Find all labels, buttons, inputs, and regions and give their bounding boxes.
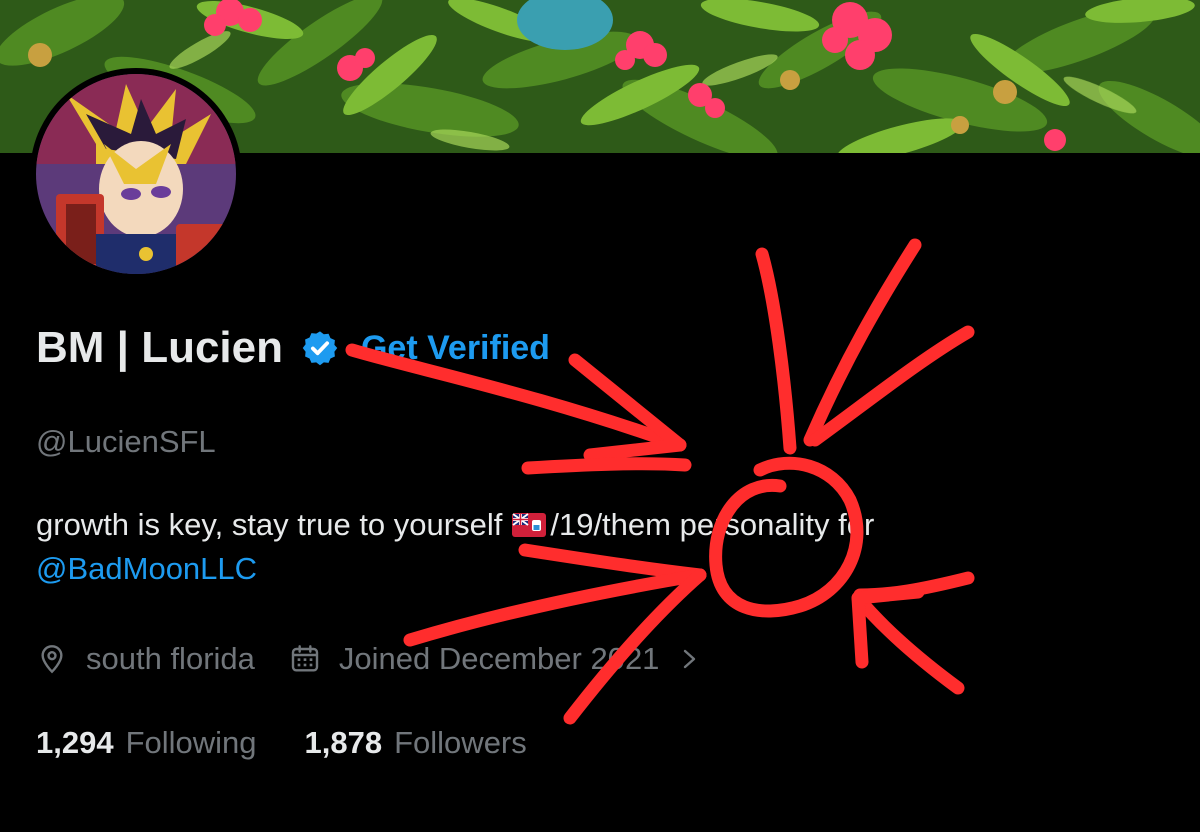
followers-link[interactable]: 1,878 Followers	[305, 725, 527, 761]
following-link[interactable]: 1,294 Following	[36, 725, 257, 761]
following-count: 1,294	[36, 725, 114, 760]
profile-page: BM | Lucien Get Verified @LucienSFL grow…	[0, 0, 1200, 832]
bio-mention-link[interactable]: @BadMoonLLC	[36, 551, 257, 586]
get-verified-link[interactable]: Get Verified	[361, 329, 550, 368]
profile-avatar[interactable]	[30, 68, 242, 280]
display-name: BM | Lucien	[36, 323, 283, 372]
bermuda-flag-icon	[512, 505, 547, 537]
followers-label: Followers	[394, 725, 527, 760]
profile-meta-row: south florida Joined December 2021	[36, 636, 735, 682]
verified-badge-icon[interactable]	[301, 329, 339, 367]
following-label: Following	[125, 725, 257, 760]
bio-pronouns: /19/them personality for	[550, 507, 875, 542]
location-pin-icon	[36, 643, 68, 675]
user-handle: @LucienSFL	[36, 424, 216, 459]
location-item: south florida	[36, 641, 255, 677]
location-text: south florida	[86, 641, 255, 676]
name-row: BM | Lucien Get Verified	[36, 318, 550, 378]
profile-bio: growth is key, stay true to yourself/19/…	[36, 503, 1156, 591]
bio-text: growth is key, stay true to yourself	[36, 507, 503, 542]
followers-count: 1,878	[304, 725, 383, 760]
calendar-icon	[289, 643, 321, 675]
follow-stats: 1,294 Following 1,878 Followers	[36, 720, 575, 766]
joined-date-text: Joined December 2021	[338, 641, 660, 676]
joined-item: Joined December 2021	[289, 641, 702, 677]
chevron-right-icon[interactable]	[679, 643, 701, 675]
